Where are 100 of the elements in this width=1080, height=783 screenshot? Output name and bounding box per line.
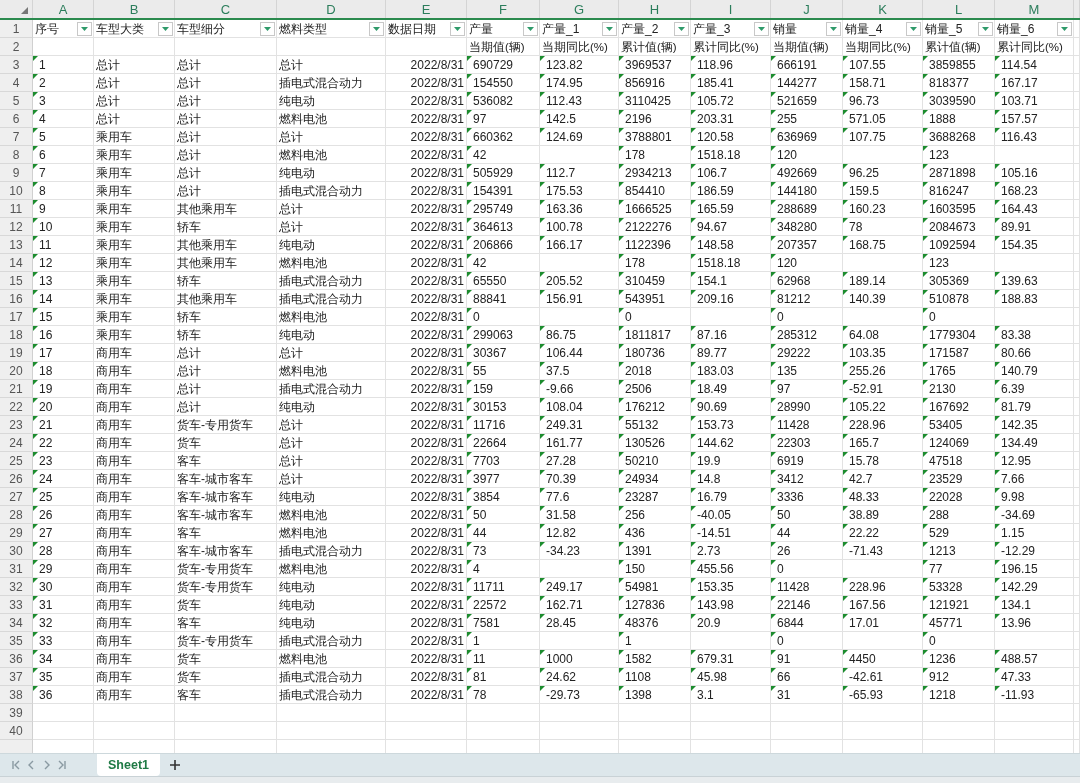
filter-button[interactable] xyxy=(1057,21,1072,36)
column-letter[interactable]: A xyxy=(58,1,68,17)
triangle-mark-icon xyxy=(33,614,38,619)
triangle-mark-icon xyxy=(923,218,928,223)
triangle-mark-icon xyxy=(995,344,1000,349)
triangle-mark-icon xyxy=(467,542,472,547)
last-sheet-button[interactable] xyxy=(57,760,66,770)
filter-button[interactable] xyxy=(523,21,538,36)
table-cell: 客车-城市客车 xyxy=(177,506,253,523)
column-letter[interactable]: D xyxy=(326,1,336,17)
table-cell: 乘用车 xyxy=(96,326,132,343)
triangle-mark-icon xyxy=(995,668,1000,673)
table-cell: 97 xyxy=(473,110,487,127)
triangle-mark-icon xyxy=(995,182,1000,187)
triangle-mark-icon xyxy=(995,200,1000,205)
column-letter[interactable]: M xyxy=(1028,1,1040,17)
triangle-mark-icon xyxy=(691,290,696,295)
filter-button[interactable] xyxy=(260,21,275,36)
filter-button[interactable] xyxy=(450,21,465,36)
filter-button[interactable] xyxy=(826,21,841,36)
table-cell: 157.57 xyxy=(1001,110,1038,127)
table-cell: 0 xyxy=(777,632,784,649)
triangle-mark-icon xyxy=(619,416,624,421)
select-all-icon[interactable] xyxy=(21,7,28,14)
table-cell: 45.98 xyxy=(697,668,728,685)
column-letter[interactable]: K xyxy=(878,1,887,17)
table-cell: 167.56 xyxy=(849,596,886,613)
triangle-mark-icon xyxy=(540,236,545,241)
table-cell: 1582 xyxy=(625,650,652,667)
previous-sheet-button[interactable] xyxy=(27,760,36,770)
triangle-mark-icon xyxy=(619,326,624,331)
triangle-mark-icon xyxy=(923,416,928,421)
triangle-mark-icon xyxy=(843,182,848,187)
table-cell: 154.1 xyxy=(697,272,728,289)
table-cell: 0 xyxy=(473,308,480,325)
triangle-mark-icon xyxy=(691,650,696,655)
table-cell: 42 xyxy=(473,146,487,163)
triangle-mark-icon xyxy=(540,92,545,97)
filter-button[interactable] xyxy=(369,21,384,36)
triangle-mark-icon xyxy=(923,92,928,97)
triangle-mark-icon xyxy=(33,416,38,421)
table-cell: 客车 xyxy=(177,686,201,703)
column-title: 销量_5 xyxy=(925,20,963,37)
table-cell: 44 xyxy=(473,524,487,541)
table-cell: 32 xyxy=(39,614,53,631)
triangle-mark-icon xyxy=(619,344,624,349)
filter-button[interactable] xyxy=(906,21,921,36)
triangle-mark-icon xyxy=(843,326,848,331)
table-cell: 商用车 xyxy=(96,434,132,451)
triangle-mark-icon xyxy=(923,686,928,691)
table-cell: 81 xyxy=(473,668,487,685)
caret-icon xyxy=(982,26,989,31)
triangle-mark-icon xyxy=(923,74,928,79)
column-letter[interactable]: J xyxy=(803,1,810,17)
triangle-mark-icon xyxy=(691,272,696,277)
next-sheet-button[interactable] xyxy=(42,760,51,770)
triangle-mark-icon xyxy=(843,596,848,601)
triangle-mark-icon xyxy=(33,470,38,475)
filter-button[interactable] xyxy=(754,21,769,36)
table-cell: 纯电动 xyxy=(279,236,315,253)
table-cell: 15.78 xyxy=(849,452,880,469)
table-cell: 插电式混合动力 xyxy=(279,182,363,199)
column-letter[interactable]: E xyxy=(421,1,431,17)
column-letter[interactable]: H xyxy=(649,1,660,17)
table-cell: 乘用车 xyxy=(96,182,132,199)
table-cell: 总计 xyxy=(96,92,120,109)
table-cell: 2022/8/31 xyxy=(410,200,464,217)
table-cell: 492669 xyxy=(777,164,818,181)
table-cell: 总计 xyxy=(177,74,201,91)
triangle-mark-icon xyxy=(540,290,545,295)
filter-button[interactable] xyxy=(978,21,993,36)
table-cell: 144.62 xyxy=(697,434,734,451)
first-sheet-button[interactable] xyxy=(12,760,21,770)
triangle-mark-icon xyxy=(33,578,38,583)
triangle-mark-icon xyxy=(33,542,38,547)
table-cell: 商用车 xyxy=(96,380,132,397)
sheet-tab[interactable]: Sheet1 xyxy=(97,754,160,776)
filter-button[interactable] xyxy=(674,21,689,36)
column-letter[interactable]: F xyxy=(499,1,507,17)
table-cell: 30367 xyxy=(473,344,507,361)
column-subtitle: 当期值(辆) xyxy=(773,39,829,55)
column-letter[interactable]: I xyxy=(728,1,733,17)
table-cell: 23529 xyxy=(929,470,963,487)
filter-button[interactable] xyxy=(158,21,173,36)
table-cell: 48376 xyxy=(625,614,659,631)
triangle-mark-icon xyxy=(923,632,928,637)
table-cell: 70.39 xyxy=(546,470,577,487)
table-cell: 总计 xyxy=(96,110,120,127)
column-letter[interactable]: L xyxy=(954,1,963,17)
filter-button[interactable] xyxy=(77,21,92,36)
table-cell: -34.69 xyxy=(1001,506,1036,523)
filter-button[interactable] xyxy=(602,21,617,36)
triangle-mark-icon xyxy=(771,632,776,637)
column-letter[interactable]: B xyxy=(129,1,139,17)
triangle-mark-icon xyxy=(843,164,848,169)
column-letter[interactable]: C xyxy=(220,1,231,17)
column-letter[interactable]: G xyxy=(573,1,585,17)
table-cell: 3969537 xyxy=(625,56,672,73)
triangle-mark-icon xyxy=(923,272,928,277)
table-cell: 660362 xyxy=(473,128,514,145)
